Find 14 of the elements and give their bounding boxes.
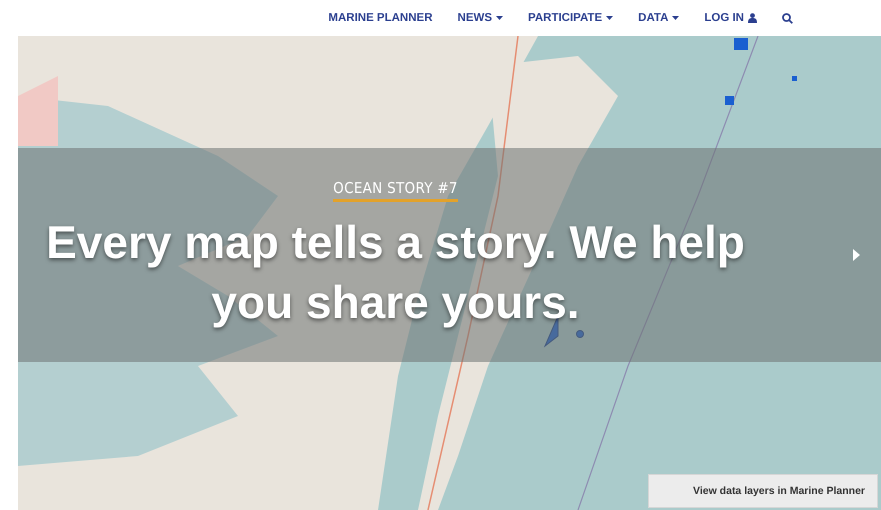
nav-dropdown[interactable]: NEWS [458,12,504,24]
login-link[interactable]: LOG IN [704,12,757,24]
caret-icon [496,16,504,20]
hero-headline: Every map tells a story. We help you share yours. [45,214,746,330]
nav-link[interactable]: MARINE PLANNER [328,12,433,24]
caret-icon [672,16,680,20]
next-arrow-icon[interactable] [853,249,860,261]
search-icon[interactable] [782,12,793,24]
caret-icon [606,16,614,20]
nav-dropdown[interactable]: DATA [638,12,680,24]
nav-dropdown[interactable]: PARTICIPATE [528,12,614,24]
user-icon [748,13,757,23]
view-data-layers-button[interactable]: View data layers in Marine Planner [648,474,878,508]
story-label: OCEAN STORY #7 [333,178,458,202]
